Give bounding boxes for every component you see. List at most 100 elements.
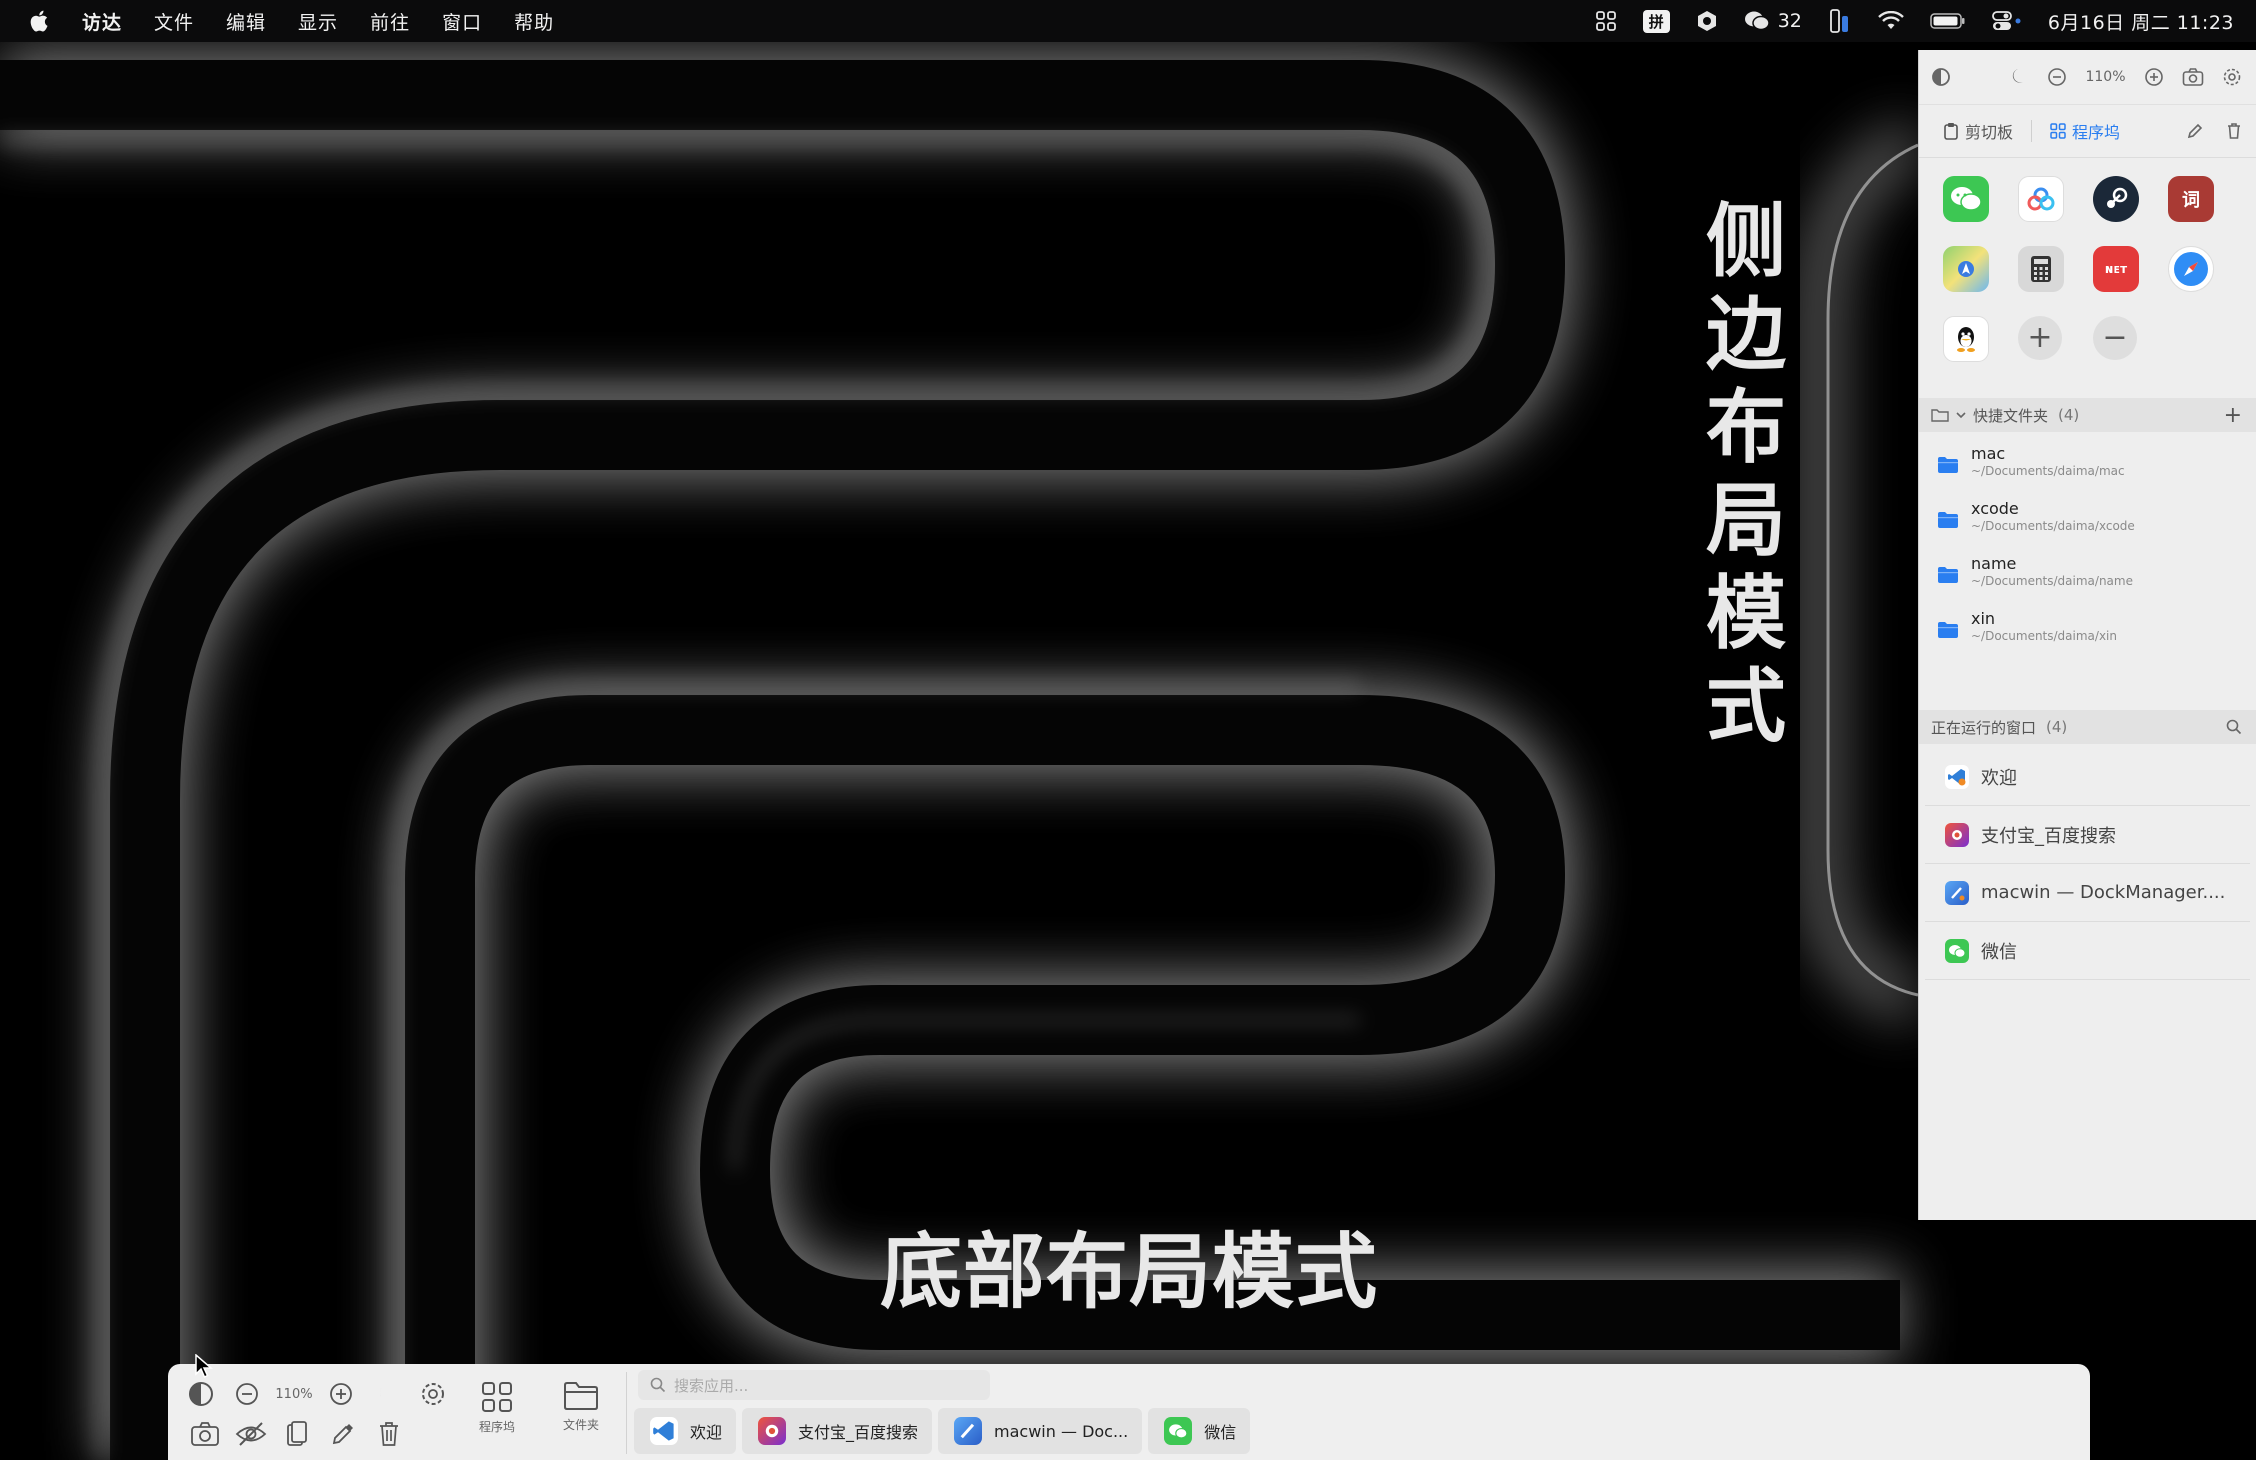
menu-file[interactable]: 文件	[154, 8, 194, 35]
dock-divider	[626, 1372, 627, 1454]
running-window-item[interactable]: macwin — DockManager....	[1925, 864, 2250, 922]
wechat-app-icon[interactable]	[1943, 176, 1989, 222]
edit-pen-icon[interactable]	[2186, 122, 2204, 140]
menu-go[interactable]: 前往	[370, 8, 410, 35]
zoom-level: 110%	[275, 1386, 313, 1402]
quick-folders-header[interactable]: 快捷文件夹 (4) +	[1919, 398, 2256, 432]
baidu-netdisk-app-icon[interactable]	[2018, 176, 2064, 222]
menu-window[interactable]: 窗口	[442, 8, 482, 35]
running-window-label: macwin — DockManager....	[1981, 882, 2226, 903]
folder-path: ~/Documents/daima/xcode	[1971, 519, 2135, 533]
quick-folders-count: (4)	[2058, 406, 2080, 424]
window-tab-strip: 欢迎 支付宝_百度搜索 macwin — Doc... 微信	[634, 1408, 1256, 1454]
app-search-input[interactable]: 搜索应用...	[638, 1370, 990, 1400]
running-window-label: 微信	[1981, 941, 2017, 963]
quick-folder-list: mac ~/Documents/daima/mac xcode ~/Document…	[1919, 432, 2256, 710]
apps-dock-button[interactable]: 程序坞	[462, 1380, 532, 1435]
menu-view[interactable]: 显示	[298, 8, 338, 35]
folder-icon	[1938, 567, 1958, 583]
tab-clipboard[interactable]: 剪切板	[1943, 119, 2013, 143]
clipboard-button[interactable]	[274, 1416, 320, 1452]
zoom-out-button[interactable]	[224, 1376, 270, 1412]
eye-slash-icon	[235, 1422, 267, 1446]
dark-mode-button[interactable]	[364, 1376, 410, 1412]
window-tab[interactable]: 支付宝_百度搜索	[742, 1408, 933, 1454]
zoom-in-icon[interactable]	[2144, 67, 2164, 87]
bottom-layout-caption: 底部布局模式	[880, 1225, 1379, 1320]
gear-icon[interactable]	[2222, 67, 2242, 87]
vscode-icon	[1945, 764, 1969, 789]
trash-button[interactable]	[366, 1416, 412, 1452]
steam-app-icon[interactable]	[2093, 176, 2139, 222]
camera-icon[interactable]	[2182, 67, 2204, 87]
window-tab[interactable]: 欢迎	[634, 1408, 737, 1454]
folder-outline-icon	[564, 1382, 598, 1410]
battery-icon[interactable]	[1930, 12, 1966, 30]
input-method-icon[interactable]: 拼	[1642, 9, 1670, 33]
tab-apps[interactable]: 程序坞	[2050, 119, 2120, 143]
running-window-item[interactable]: 欢迎	[1925, 748, 2250, 806]
folder-item-xin[interactable]: xin ~/Documents/daima/xin	[1919, 609, 2256, 664]
folders-button[interactable]: 文件夹	[546, 1380, 616, 1433]
menu-edit[interactable]: 编辑	[226, 8, 266, 35]
folder-item-xcode[interactable]: xcode ~/Documents/daima/xcode	[1919, 499, 2256, 554]
moon-icon[interactable]	[2009, 67, 2029, 87]
wifi-icon[interactable]	[1878, 11, 1904, 31]
apps-dock-label: 程序坞	[478, 1420, 515, 1434]
window-tab-label: 支付宝_百度搜索	[798, 1423, 919, 1442]
qq-app-icon[interactable]	[1943, 316, 1989, 362]
menubar-clock[interactable]: 6月16日 周二 11:23	[2048, 8, 2234, 35]
add-app-button[interactable]: +	[2018, 316, 2062, 360]
tab-apps-label: 程序坞	[2072, 123, 2121, 142]
screenshot-button[interactable]	[182, 1416, 228, 1452]
app-icon-grid: 词 ɴᴇᴛ + −	[1919, 158, 2256, 386]
color-picker-button[interactable]	[320, 1416, 366, 1452]
side-panel-tabs: 剪切板 程序坞	[1919, 104, 2256, 158]
xcode-icon	[954, 1417, 983, 1445]
remove-app-button[interactable]: −	[2093, 316, 2137, 360]
dictionary-app-icon[interactable]: 词	[2168, 176, 2214, 222]
menu-app-name[interactable]: 访达	[82, 8, 122, 35]
search-icon[interactable]	[2226, 719, 2242, 735]
window-tab[interactable]: macwin — Doc...	[938, 1408, 1143, 1454]
contrast-icon	[189, 1382, 213, 1406]
window-tab-label: 微信	[1204, 1423, 1237, 1442]
zoom-out-icon[interactable]	[2047, 67, 2067, 87]
xcode-icon	[1945, 880, 1969, 905]
folder-path: ~/Documents/daima/mac	[1971, 464, 2125, 478]
folder-outline-icon	[1931, 409, 1949, 422]
folder-item-name[interactable]: name ~/Documents/daima/name	[1919, 554, 2256, 609]
chevron-down-icon[interactable]	[1955, 410, 1967, 420]
maps-app-icon[interactable]	[1943, 246, 1989, 292]
menu-help[interactable]: 帮助	[514, 8, 554, 35]
folder-path: ~/Documents/daima/xin	[1971, 629, 2117, 643]
window-tab[interactable]: 微信	[1148, 1408, 1251, 1454]
shield-status-icon[interactable]	[1696, 10, 1718, 32]
mouse-cursor-icon	[195, 1354, 213, 1379]
dock-manager-menubar-icon[interactable]	[1595, 10, 1617, 32]
running-window-item[interactable]: 支付宝_百度搜索	[1925, 806, 2250, 864]
settings-button[interactable]	[410, 1376, 456, 1412]
apple-menu-icon[interactable]	[27, 8, 53, 34]
contrast-button[interactable]	[178, 1376, 224, 1412]
folder-icon	[1938, 512, 1958, 528]
running-window-label: 支付宝_百度搜索	[1981, 825, 2116, 847]
device-status-icon[interactable]	[1828, 8, 1852, 34]
gear-icon	[422, 1383, 444, 1405]
running-window-item[interactable]: 微信	[1925, 922, 2250, 980]
folder-name: name	[1971, 554, 2017, 573]
safari-app-icon[interactable]	[2168, 246, 2214, 292]
control-center-icon[interactable]	[1991, 10, 2022, 32]
hide-button[interactable]	[228, 1416, 274, 1452]
add-folder-button[interactable]: +	[2224, 403, 2242, 428]
wechat-status-icon[interactable]: 32	[1744, 10, 1802, 32]
trash-icon[interactable]	[2226, 122, 2242, 140]
folder-item-mac[interactable]: mac ~/Documents/daima/mac	[1919, 444, 2256, 499]
zoom-in-button[interactable]	[318, 1376, 364, 1412]
running-windows-count: (4)	[2046, 718, 2068, 736]
folder-icon	[1938, 457, 1958, 473]
calculator-app-icon[interactable]	[2018, 246, 2064, 292]
tab-clipboard-label: 剪切板	[1965, 123, 2014, 142]
netease-music-app-icon[interactable]: ɴᴇᴛ	[2093, 246, 2139, 292]
contrast-icon[interactable]	[1931, 67, 1951, 87]
